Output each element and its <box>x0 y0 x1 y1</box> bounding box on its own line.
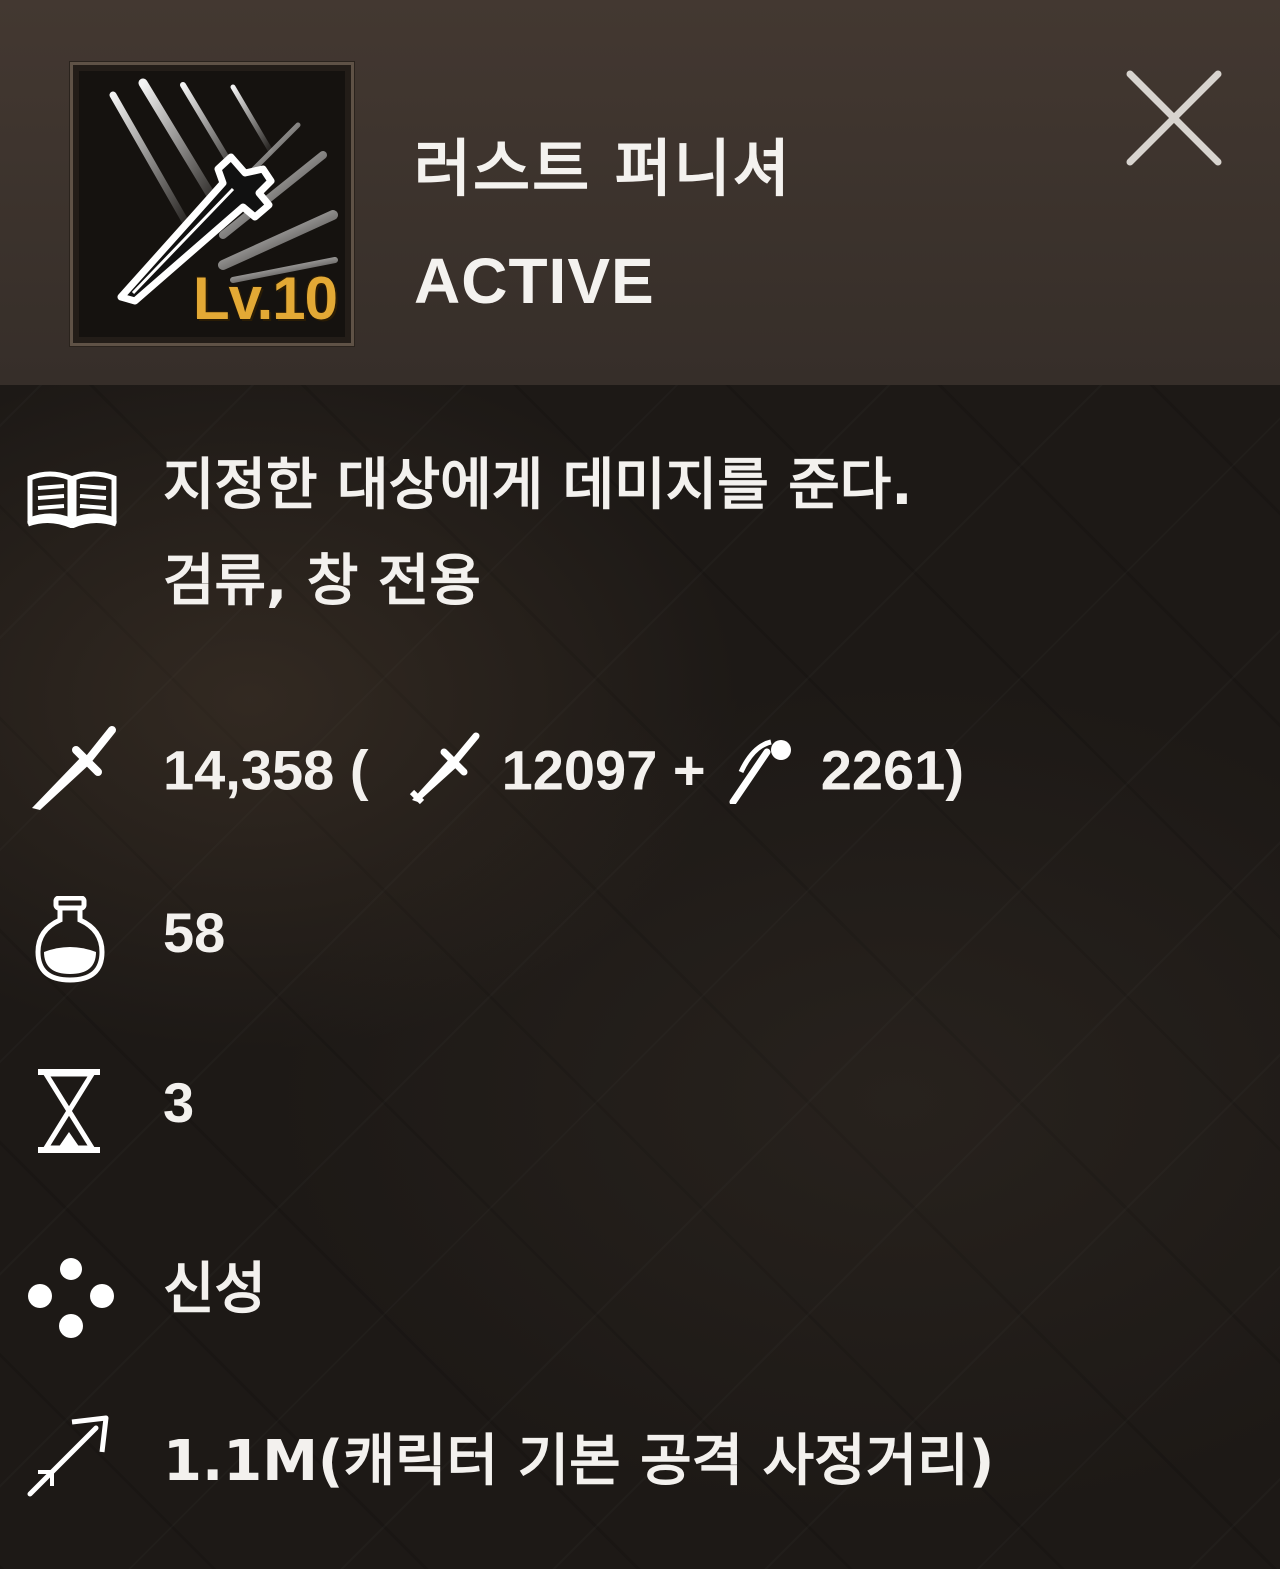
close-icon[interactable] <box>1120 64 1228 172</box>
skill-icon: Lv.10 <box>70 62 354 346</box>
book-icon <box>26 470 118 532</box>
sword-icon <box>26 724 118 816</box>
arrow-icon <box>26 1412 112 1502</box>
cooldown-value: 3 <box>163 1071 195 1134</box>
damage-total: 14,358 ( <box>163 738 369 802</box>
skill-header: Lv.10 러스트 퍼니셔 ACTIVE <box>0 0 1280 385</box>
mana-cost-value: 58 <box>163 901 226 964</box>
sword-icon <box>408 732 480 817</box>
description-line-2: 검류, 창 전용 <box>163 549 481 614</box>
skill-type: ACTIVE <box>414 245 655 317</box>
description-line-1: 지정한 대상에게 데미지를 준다. <box>163 453 913 518</box>
potion-icon <box>34 895 106 988</box>
skill-name: 러스트 퍼니셔 <box>414 132 792 205</box>
skill-tooltip-panel: Lv.10 러스트 퍼니셔 ACTIVE 지정한 대상에게 데미지를 준다. 검… <box>0 0 1280 1569</box>
damage-magic: 2261) <box>820 738 964 802</box>
range-value: 1.1M(캐릭터 기본 공격 사정거리) <box>163 1429 995 1494</box>
orbs-icon <box>26 1256 116 1344</box>
close-button[interactable] <box>1120 64 1228 172</box>
hourglass-icon <box>36 1068 102 1158</box>
magic-wand-icon <box>727 732 799 817</box>
element-value: 신성 <box>163 1257 267 1322</box>
damage-physical: 12097 + <box>501 738 706 802</box>
skill-level-badge: Lv.10 <box>193 265 338 332</box>
